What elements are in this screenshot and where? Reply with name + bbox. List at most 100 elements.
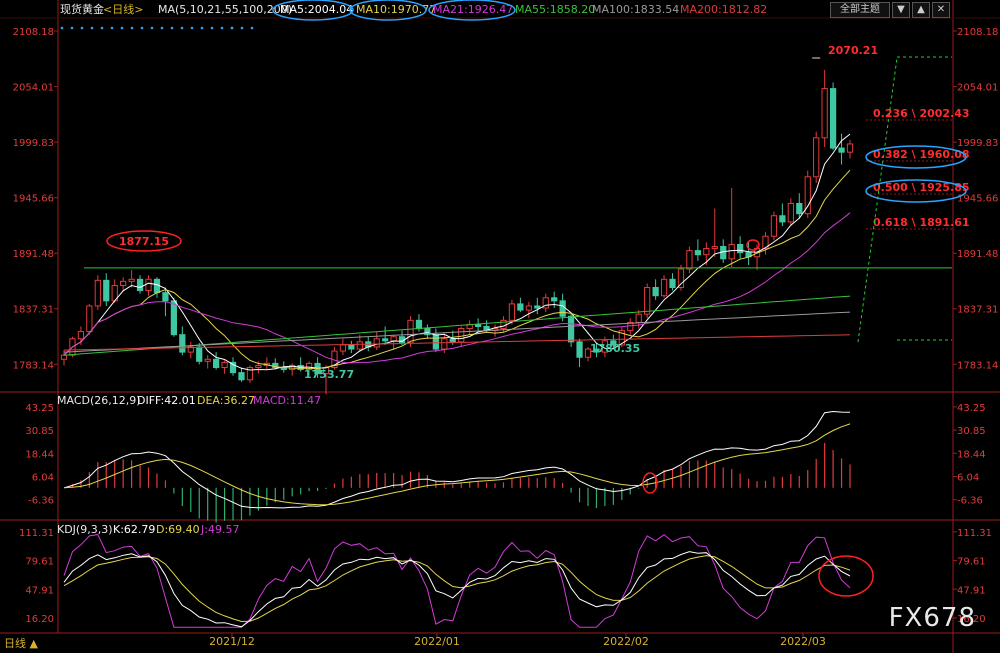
candle-body: [373, 338, 380, 348]
marker-dot: [160, 26, 164, 30]
kdj-tick-left: 79.61: [25, 557, 54, 568]
marker-dot: [120, 26, 124, 30]
candle-body: [567, 315, 575, 343]
candle-body: [213, 358, 220, 368]
x-tick-label: 2021/12: [209, 635, 255, 648]
fib-level-label-4: 0.618 \ 1891.61: [873, 216, 970, 229]
kdj-legend-3: J:49.57: [200, 523, 239, 536]
ma-value-3: MA21:1926.47: [433, 3, 513, 16]
gold-daily-chart: 现货黄金 <日线> MA(5,10,21,55,100,200)MA5:2004.0…: [0, 0, 1000, 653]
candle-body: [475, 323, 482, 327]
candle-body: [339, 344, 347, 352]
candle-body: [179, 334, 186, 353]
period-label: <日线>: [103, 2, 143, 16]
y-tick-label-left: 2108.18: [13, 27, 54, 38]
kdj-tick-right: 111.31: [957, 528, 992, 539]
candle-body: [94, 279, 101, 307]
candle-body: [796, 202, 803, 215]
candle-body: [145, 278, 152, 292]
marker-dot: [190, 26, 194, 30]
collapse-button[interactable]: ▼: [892, 2, 910, 18]
marker-dot: [80, 26, 84, 30]
marker-dot: [220, 26, 224, 30]
period-selector-button[interactable]: 日线 ▲: [4, 635, 38, 651]
circled-level-label: 1877.15: [119, 235, 169, 248]
macd-legend-1: DIFF:42.01: [137, 394, 196, 407]
candle-body: [432, 334, 439, 350]
candle-body: [551, 297, 558, 302]
candle-body: [86, 305, 93, 333]
candle-body: [221, 361, 228, 368]
candle-body: [196, 346, 203, 362]
candle-body: [559, 300, 566, 317]
candle-body: [686, 250, 693, 270]
candle-body: [821, 88, 828, 139]
candle-body: [652, 287, 659, 297]
marker-dot: [250, 26, 254, 30]
kdj-legend-2: D:69.40: [156, 523, 200, 536]
candle-body: [415, 319, 423, 330]
candle-body: [136, 278, 144, 292]
macd-tick-right: 43.25: [957, 403, 986, 414]
kdj-tick-right: 79.61: [957, 557, 986, 568]
kdj-d-line: [63, 555, 851, 623]
candle-body: [382, 338, 389, 342]
candle-body: [204, 358, 211, 362]
candle-body: [669, 278, 676, 289]
candle-body: [711, 246, 718, 250]
candle-body: [829, 88, 837, 149]
marker-dot: [140, 26, 144, 30]
candle-body: [517, 303, 524, 311]
candle-body: [644, 287, 651, 315]
candle-body: [170, 300, 177, 336]
theme-dropdown-button[interactable]: 全部主题: [830, 2, 890, 18]
candle-body: [60, 354, 68, 360]
marker-dot: [240, 26, 244, 30]
x-tick-label: 2022/01: [414, 635, 460, 648]
candle-body: [348, 344, 355, 350]
candle-body: [128, 278, 135, 282]
marker-dot: [150, 26, 154, 30]
kdj-legend-1: K:62.79: [113, 523, 155, 536]
marker-dot: [110, 26, 114, 30]
marker-dot: [100, 26, 104, 30]
candle-body: [660, 278, 668, 297]
candle-body: [162, 292, 169, 302]
candle-body: [390, 336, 397, 342]
macd-tick-right: 18.44: [957, 449, 986, 460]
marker-dot: [230, 26, 234, 30]
y-tick-label-right: 2108.18: [957, 27, 998, 38]
candle-body: [737, 243, 744, 254]
candle-body: [576, 341, 583, 358]
kdj-k-line: [63, 551, 851, 628]
high-price-label: 2070.21: [828, 44, 878, 57]
candle-body: [449, 338, 456, 343]
marker-dot: [90, 26, 94, 30]
candle-body: [838, 147, 845, 153]
marker-dot: [130, 26, 134, 30]
kdj-j-line: [63, 533, 851, 628]
low-price-label-1: 1753.77: [304, 368, 354, 381]
x-tick-label: 2022/03: [780, 635, 826, 648]
expand-button[interactable]: ▲: [912, 2, 930, 18]
fib-level-label-1: 0.236 \ 2002.43: [873, 107, 970, 120]
candle-body: [120, 280, 127, 286]
candle-body: [441, 338, 448, 350]
candle-body: [255, 364, 262, 368]
candle-body: [103, 279, 110, 302]
candle-body: [77, 331, 85, 340]
candle-body: [770, 215, 778, 237]
kdj-tick-left: 47.91: [25, 585, 54, 596]
candle-body: [508, 303, 516, 321]
candle-body: [677, 268, 685, 289]
watermark-logo: FX678: [888, 603, 976, 633]
candle-body: [846, 143, 854, 153]
y-tick-label-left: 1837.31: [13, 305, 54, 316]
y-tick-label-left: 1999.83: [13, 138, 54, 149]
macd-tick-left: 30.85: [25, 426, 54, 437]
macd-tick-left: 6.04: [32, 473, 54, 484]
y-tick-label-left: 1783.14: [13, 360, 54, 371]
ma-value-1: MA5:2004.04: [280, 3, 353, 16]
low-price-label-2: 1780.35: [590, 342, 640, 355]
close-button[interactable]: ✕: [932, 2, 950, 18]
